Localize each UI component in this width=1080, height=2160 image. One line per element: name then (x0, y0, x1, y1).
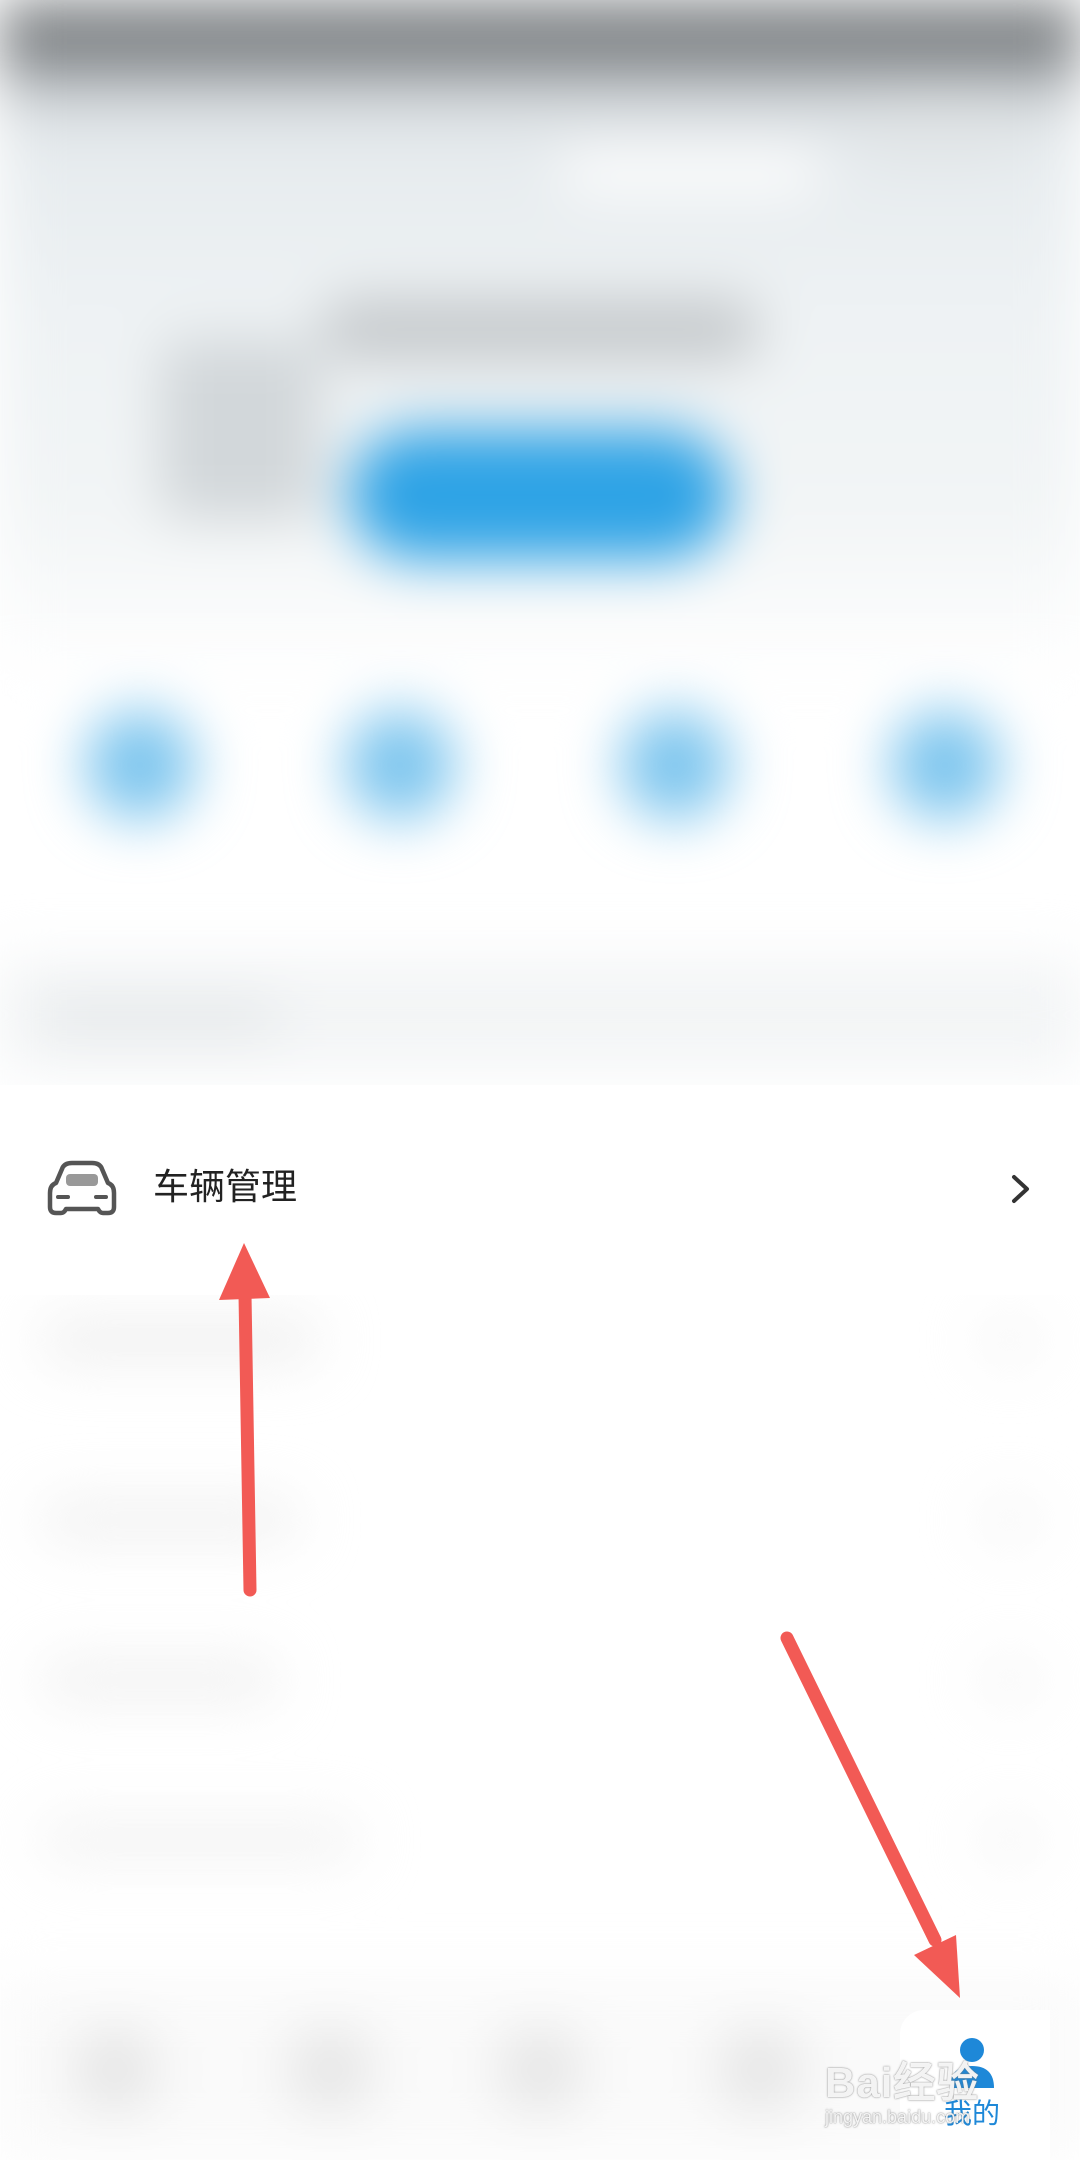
blurred-background (0, 0, 1080, 2160)
menu-row-label-blurred (40, 1500, 300, 1540)
user-name-blurred (320, 300, 760, 360)
status-bar (0, 0, 1080, 70)
menu-row-chevron-blurred (980, 1500, 1040, 1540)
baidu-watermark: Bai经验 jingyan.baidu.com (825, 2060, 1025, 2150)
watermark-brand: Bai经验 (825, 2059, 980, 2106)
nav-tab-icon-blurred (500, 2030, 580, 2110)
nav-tab-icon-blurred (290, 2030, 370, 2110)
chevron-right-icon (1012, 1175, 1029, 1203)
menu-row-chevron-blurred (980, 1820, 1040, 1860)
section-title-blurred (40, 1000, 280, 1036)
shortcut-icon-4 (890, 710, 1000, 820)
menu-item-vehicle-management[interactable]: 车辆管理 (0, 1085, 1080, 1295)
menu-row-label-blurred (40, 1320, 320, 1360)
menu-row-chevron-blurred (980, 1320, 1040, 1360)
primary-button-blurred (350, 430, 730, 560)
avatar-blurred (160, 340, 320, 520)
watermark-domain: jingyan.baidu.com (825, 2107, 971, 2127)
menu-row-label-blurred (40, 1660, 280, 1700)
menu-row-chevron-blurred (980, 1660, 1040, 1700)
header-text-blurred (560, 150, 820, 190)
shortcut-icon-1 (85, 710, 195, 820)
shortcut-icon-3 (620, 710, 730, 820)
nav-tab-icon-blurred (75, 2030, 155, 2110)
menu-item-label: 车辆管理 (153, 1167, 298, 1208)
car-icon (47, 1160, 117, 1216)
nav-tab-icon-blurred (720, 2030, 800, 2110)
menu-row-label-blurred (40, 1820, 360, 1860)
header-action-blurred (860, 100, 1020, 160)
shortcut-icon-2 (345, 710, 455, 820)
